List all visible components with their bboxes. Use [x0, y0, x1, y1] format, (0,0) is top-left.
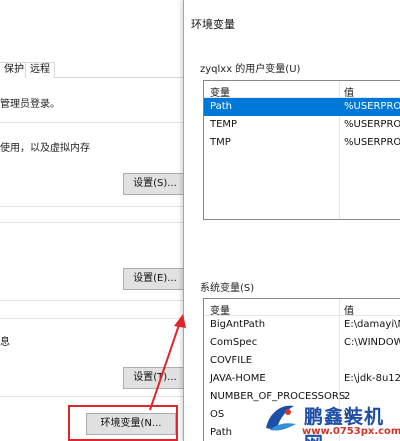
variable-value: %USERPROF	[344, 119, 400, 130]
user-variables-list[interactable]: 变量 值 Path %USERPROF TEMP %USERPROF TMP %…	[203, 80, 400, 220]
divider	[0, 300, 200, 301]
performance-settings-button[interactable]: 设置(S)...	[123, 173, 187, 195]
table-row[interactable]: Path %USERPROF	[204, 98, 400, 116]
variable-value: %USERPROF	[344, 137, 400, 148]
divider	[0, 222, 200, 223]
divider	[0, 122, 200, 123]
list-header: 变量 值	[204, 299, 400, 317]
variable-value: E:\damayi\M	[344, 319, 400, 330]
column-header-value[interactable]: 值	[344, 84, 354, 99]
table-row[interactable]: ComSpec C:\WINDOW	[204, 334, 400, 352]
divider	[0, 396, 200, 397]
variable-name: COVFILE	[210, 355, 253, 366]
variable-name: OS	[210, 409, 225, 420]
variable-value: %USERPROF	[344, 101, 400, 112]
watermark-url: www.0753px.com	[302, 426, 400, 437]
tab-remote[interactable]: 远程	[25, 62, 55, 78]
watermark: 鹏鑫装机网 www.0753px.com	[262, 398, 400, 441]
tab-strip: 保护 远程	[0, 62, 200, 78]
performance-description: 使用，以及虚拟内存	[0, 143, 90, 154]
variable-name: TEMP	[210, 119, 238, 130]
table-row[interactable]: COVFILE	[204, 352, 400, 370]
variable-value: C:\WINDOW	[344, 337, 400, 348]
table-row[interactable]: TMP %USERPROF	[204, 134, 400, 152]
variable-name: ComSpec	[210, 337, 258, 348]
admin-note-text: 管理员登录。	[0, 99, 60, 110]
table-row[interactable]: BigAntPath E:\damayi\M	[204, 316, 400, 334]
watermark-logo-icon	[266, 405, 296, 431]
environment-variables-button[interactable]: 环境变量(N...	[86, 413, 176, 435]
user-variables-label: zyqlxx 的用户变量(U)	[200, 64, 301, 75]
divider	[0, 206, 200, 207]
table-row[interactable]: JAVA-HOME E:\jdk-8u121	[204, 370, 400, 388]
column-header-name[interactable]: 变量	[210, 302, 230, 317]
list-header: 变量 值	[204, 81, 400, 99]
system-variables-label: 系统变量(S)	[200, 283, 255, 294]
dialog-title: 环境变量	[191, 18, 235, 31]
startup-settings-button[interactable]: 设置(T)...	[123, 367, 187, 389]
divider	[0, 318, 200, 319]
variable-name: Path	[210, 101, 232, 112]
variable-name: JAVA-HOME	[210, 373, 266, 384]
table-row[interactable]: TEMP %USERPROF	[204, 116, 400, 134]
column-header-name[interactable]: 变量	[210, 84, 230, 99]
environment-variables-dialog: 环境变量 zyqlxx 的用户变量(U) 变量 值 Path %USERPROF…	[183, 0, 400, 441]
startup-info-text: 息	[0, 337, 10, 348]
variable-name: Path	[210, 427, 232, 438]
system-properties-dialog: 保护 远程 管理员登录。 使用，以及虚拟内存 设置(S)... 设置(E)...…	[0, 0, 200, 441]
env-vars-highlight-box: 环境变量(N...	[68, 405, 178, 441]
column-header-value[interactable]: 值	[344, 302, 354, 317]
variable-name: BigAntPath	[210, 319, 266, 330]
variable-value: E:\jdk-8u121	[344, 373, 400, 384]
user-profile-settings-button[interactable]: 设置(E)...	[123, 268, 187, 290]
variable-name: TMP	[210, 137, 231, 148]
